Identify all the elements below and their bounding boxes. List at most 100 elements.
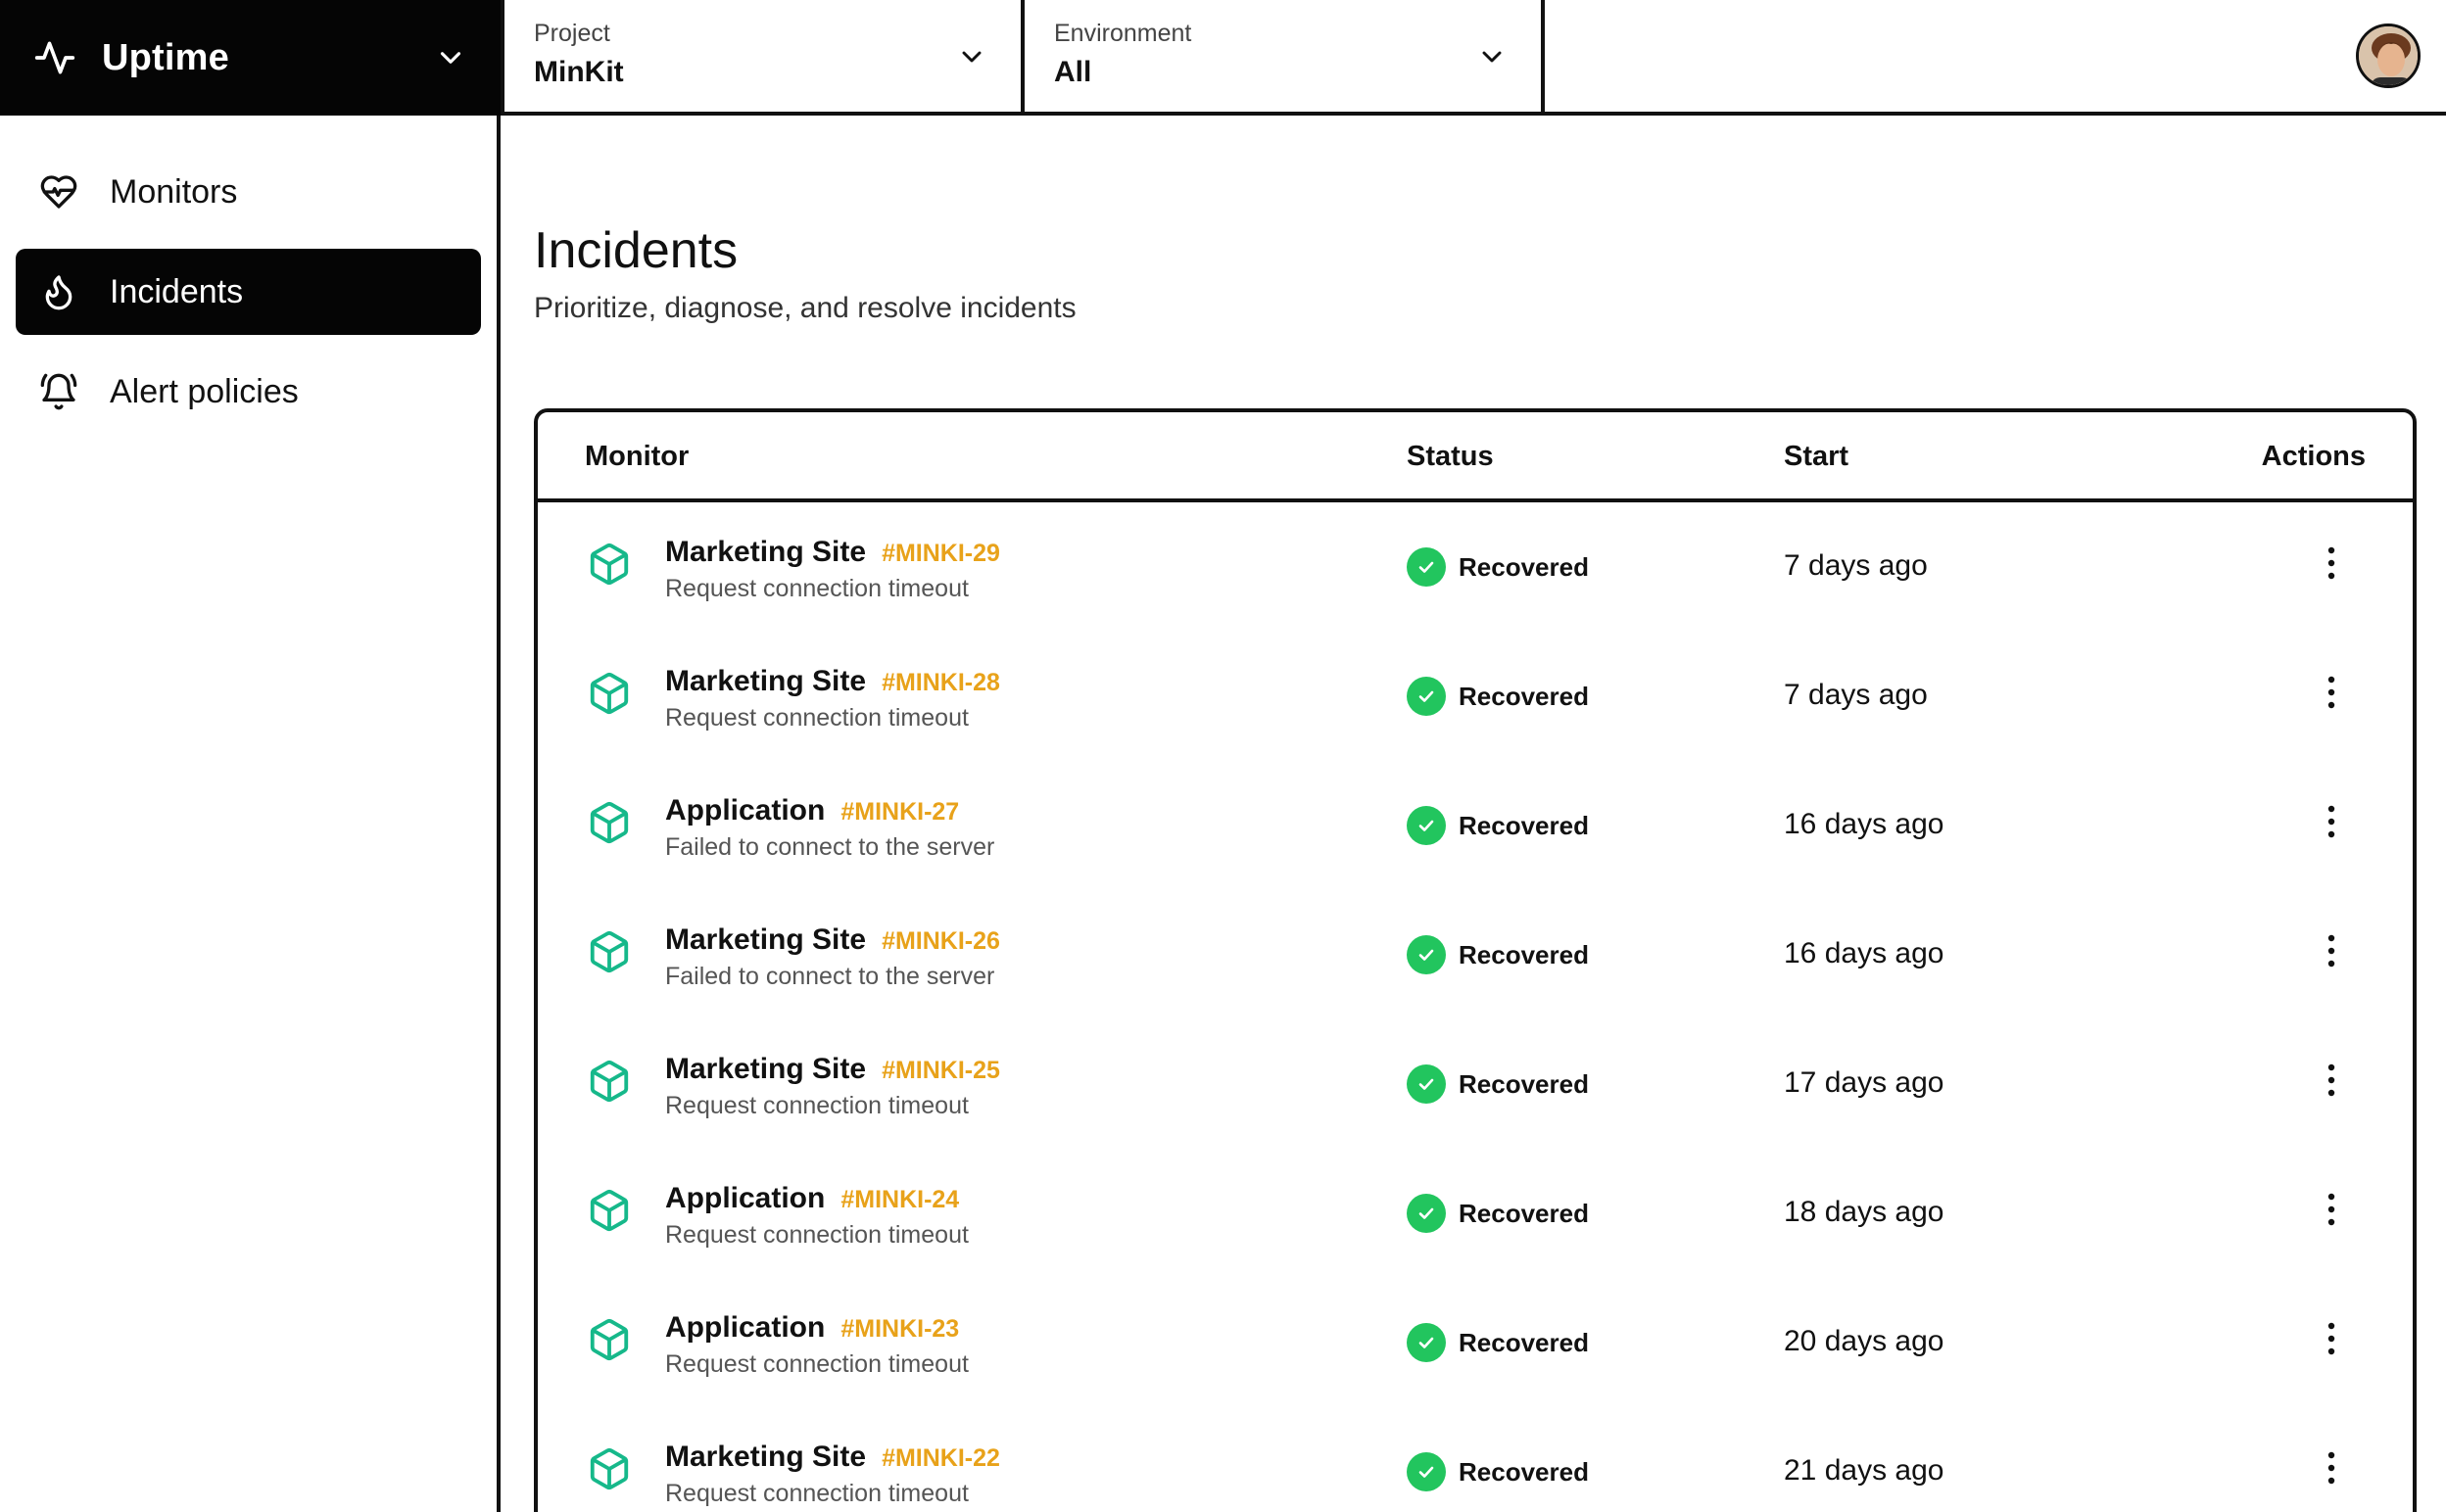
incident-id[interactable]: #MINKI-25 — [882, 1057, 1000, 1084]
status-badge: Recovered — [1407, 1323, 1589, 1362]
monitor-name[interactable]: Application #MINKI-24 — [665, 1182, 959, 1215]
incident-id[interactable]: #MINKI-23 — [840, 1315, 959, 1343]
check-circle-icon — [1407, 1452, 1446, 1491]
project-value: MinKit — [534, 56, 624, 88]
status-badge: Recovered — [1407, 1064, 1589, 1104]
table-row[interactable]: Marketing Site #MINKI-29 Request connecti… — [538, 502, 2413, 632]
activity-icon — [33, 36, 76, 79]
box-icon — [587, 1317, 632, 1362]
status-badge: Recovered — [1407, 547, 1589, 587]
column-header-status[interactable]: Status — [1407, 441, 1494, 473]
more-vertical-icon[interactable] — [2317, 1190, 2346, 1229]
table-row[interactable]: Application #MINKI-27 Failed to connect t… — [538, 761, 2413, 890]
sidebar-item-alert-policies[interactable]: Alert policies — [16, 349, 481, 435]
start-time: 7 days ago — [1784, 679, 1928, 711]
monitor-name[interactable]: Marketing Site #MINKI-26 — [665, 923, 1000, 957]
start-time: 21 days ago — [1784, 1454, 1944, 1487]
table-row[interactable]: Application #MINKI-23 Request connection … — [538, 1278, 2413, 1407]
incident-reason: Failed to connect to the server — [665, 963, 995, 990]
incident-id[interactable]: #MINKI-28 — [882, 669, 1000, 696]
table-row[interactable]: Marketing Site #MINKI-28 Request connecti… — [538, 632, 2413, 761]
table-body: Marketing Site #MINKI-29 Request connecti… — [538, 502, 2413, 1512]
box-icon — [587, 1446, 632, 1491]
status-text: Recovered — [1459, 551, 1589, 582]
monitor-name[interactable]: Application #MINKI-27 — [665, 794, 959, 827]
app-switcher[interactable]: Uptime — [0, 0, 501, 116]
app-root: Uptime Project MinKit Environment All Mo… — [0, 0, 2446, 1512]
main-content: Incidents Prioritize, diagnose, and reso… — [534, 116, 2417, 1512]
table-row[interactable]: Marketing Site #MINKI-22 Request connecti… — [538, 1407, 2413, 1512]
sidebar-item-incidents[interactable]: Incidents — [16, 249, 481, 335]
check-circle-icon — [1407, 547, 1446, 587]
box-icon — [587, 1059, 632, 1104]
check-circle-icon — [1407, 806, 1446, 845]
check-circle-icon — [1407, 935, 1446, 974]
check-circle-icon — [1407, 677, 1446, 716]
environment-value: All — [1054, 56, 1092, 88]
status-text: Recovered — [1459, 810, 1589, 840]
monitor-name[interactable]: Marketing Site #MINKI-29 — [665, 536, 1000, 569]
status-badge: Recovered — [1407, 1194, 1589, 1233]
status-text: Recovered — [1459, 1456, 1589, 1487]
check-circle-icon — [1407, 1194, 1446, 1233]
status-badge: Recovered — [1407, 1452, 1589, 1491]
status-text: Recovered — [1459, 681, 1589, 711]
start-time: 16 days ago — [1784, 808, 1944, 840]
more-vertical-icon[interactable] — [2317, 1319, 2346, 1358]
box-icon — [587, 542, 632, 587]
incident-reason: Request connection timeout — [665, 1092, 969, 1119]
sidebar-item-label: Incidents — [110, 272, 244, 310]
more-vertical-icon[interactable] — [2317, 802, 2346, 841]
box-icon — [587, 929, 632, 974]
check-circle-icon — [1407, 1064, 1446, 1104]
incidents-table: Monitor Status Start Actions Marketing S… — [534, 408, 2417, 1512]
project-selector[interactable]: Project MinKit — [501, 0, 1021, 112]
heart-pulse-icon — [39, 172, 78, 212]
monitor-name[interactable]: Marketing Site #MINKI-22 — [665, 1441, 1000, 1474]
more-vertical-icon[interactable] — [2317, 931, 2346, 970]
incident-id[interactable]: #MINKI-27 — [840, 798, 959, 826]
page-title: Incidents — [534, 222, 739, 279]
more-vertical-icon[interactable] — [2317, 1448, 2346, 1488]
start-time: 7 days ago — [1784, 549, 1928, 582]
box-icon — [587, 800, 632, 845]
monitor-name[interactable]: Marketing Site #MINKI-28 — [665, 665, 1000, 698]
incident-reason: Request connection timeout — [665, 1480, 969, 1507]
page-subtitle: Prioritize, diagnose, and resolve incide… — [534, 292, 1077, 324]
sidebar-item-label: Monitors — [110, 172, 238, 211]
incident-id[interactable]: #MINKI-26 — [882, 927, 1000, 955]
chevron-down-icon — [1476, 41, 1508, 72]
box-icon — [587, 671, 632, 716]
column-header-actions: Actions — [2261, 441, 2366, 472]
status-text: Recovered — [1459, 939, 1589, 969]
status-text: Recovered — [1459, 1068, 1589, 1099]
incident-reason: Request connection timeout — [665, 575, 969, 602]
monitor-name[interactable]: Application #MINKI-23 — [665, 1311, 959, 1345]
table-row[interactable]: Marketing Site #MINKI-26 Failed to connec… — [538, 890, 2413, 1019]
sidebar: Monitors Incidents Alert policies — [0, 116, 501, 1512]
incident-id[interactable]: #MINKI-29 — [882, 540, 1000, 567]
incident-id[interactable]: #MINKI-24 — [840, 1186, 959, 1213]
box-icon — [587, 1188, 632, 1233]
column-header-monitor[interactable]: Monitor — [585, 441, 689, 473]
more-vertical-icon[interactable] — [2317, 1061, 2346, 1100]
column-header-start[interactable]: Start — [1784, 441, 1848, 473]
table-row[interactable]: Application #MINKI-24 Request connection … — [538, 1149, 2413, 1278]
start-time: 16 days ago — [1784, 937, 1944, 969]
chevron-down-icon — [956, 41, 987, 72]
environment-selector[interactable]: Environment All — [1021, 0, 1541, 112]
incident-reason: Request connection timeout — [665, 1350, 969, 1378]
incident-id[interactable]: #MINKI-22 — [882, 1444, 1000, 1472]
chevron-down-icon — [434, 41, 467, 74]
monitor-name[interactable]: Marketing Site #MINKI-25 — [665, 1053, 1000, 1086]
user-avatar[interactable] — [2356, 24, 2421, 88]
table-row[interactable]: Marketing Site #MINKI-25 Request connecti… — [538, 1019, 2413, 1149]
incident-reason: Request connection timeout — [665, 704, 969, 732]
environment-label: Environment — [1054, 20, 1192, 47]
flame-icon — [39, 272, 78, 311]
start-time: 18 days ago — [1784, 1196, 1944, 1228]
more-vertical-icon[interactable] — [2317, 673, 2346, 712]
status-text: Recovered — [1459, 1198, 1589, 1228]
more-vertical-icon[interactable] — [2317, 543, 2346, 583]
sidebar-item-monitors[interactable]: Monitors — [16, 149, 481, 235]
